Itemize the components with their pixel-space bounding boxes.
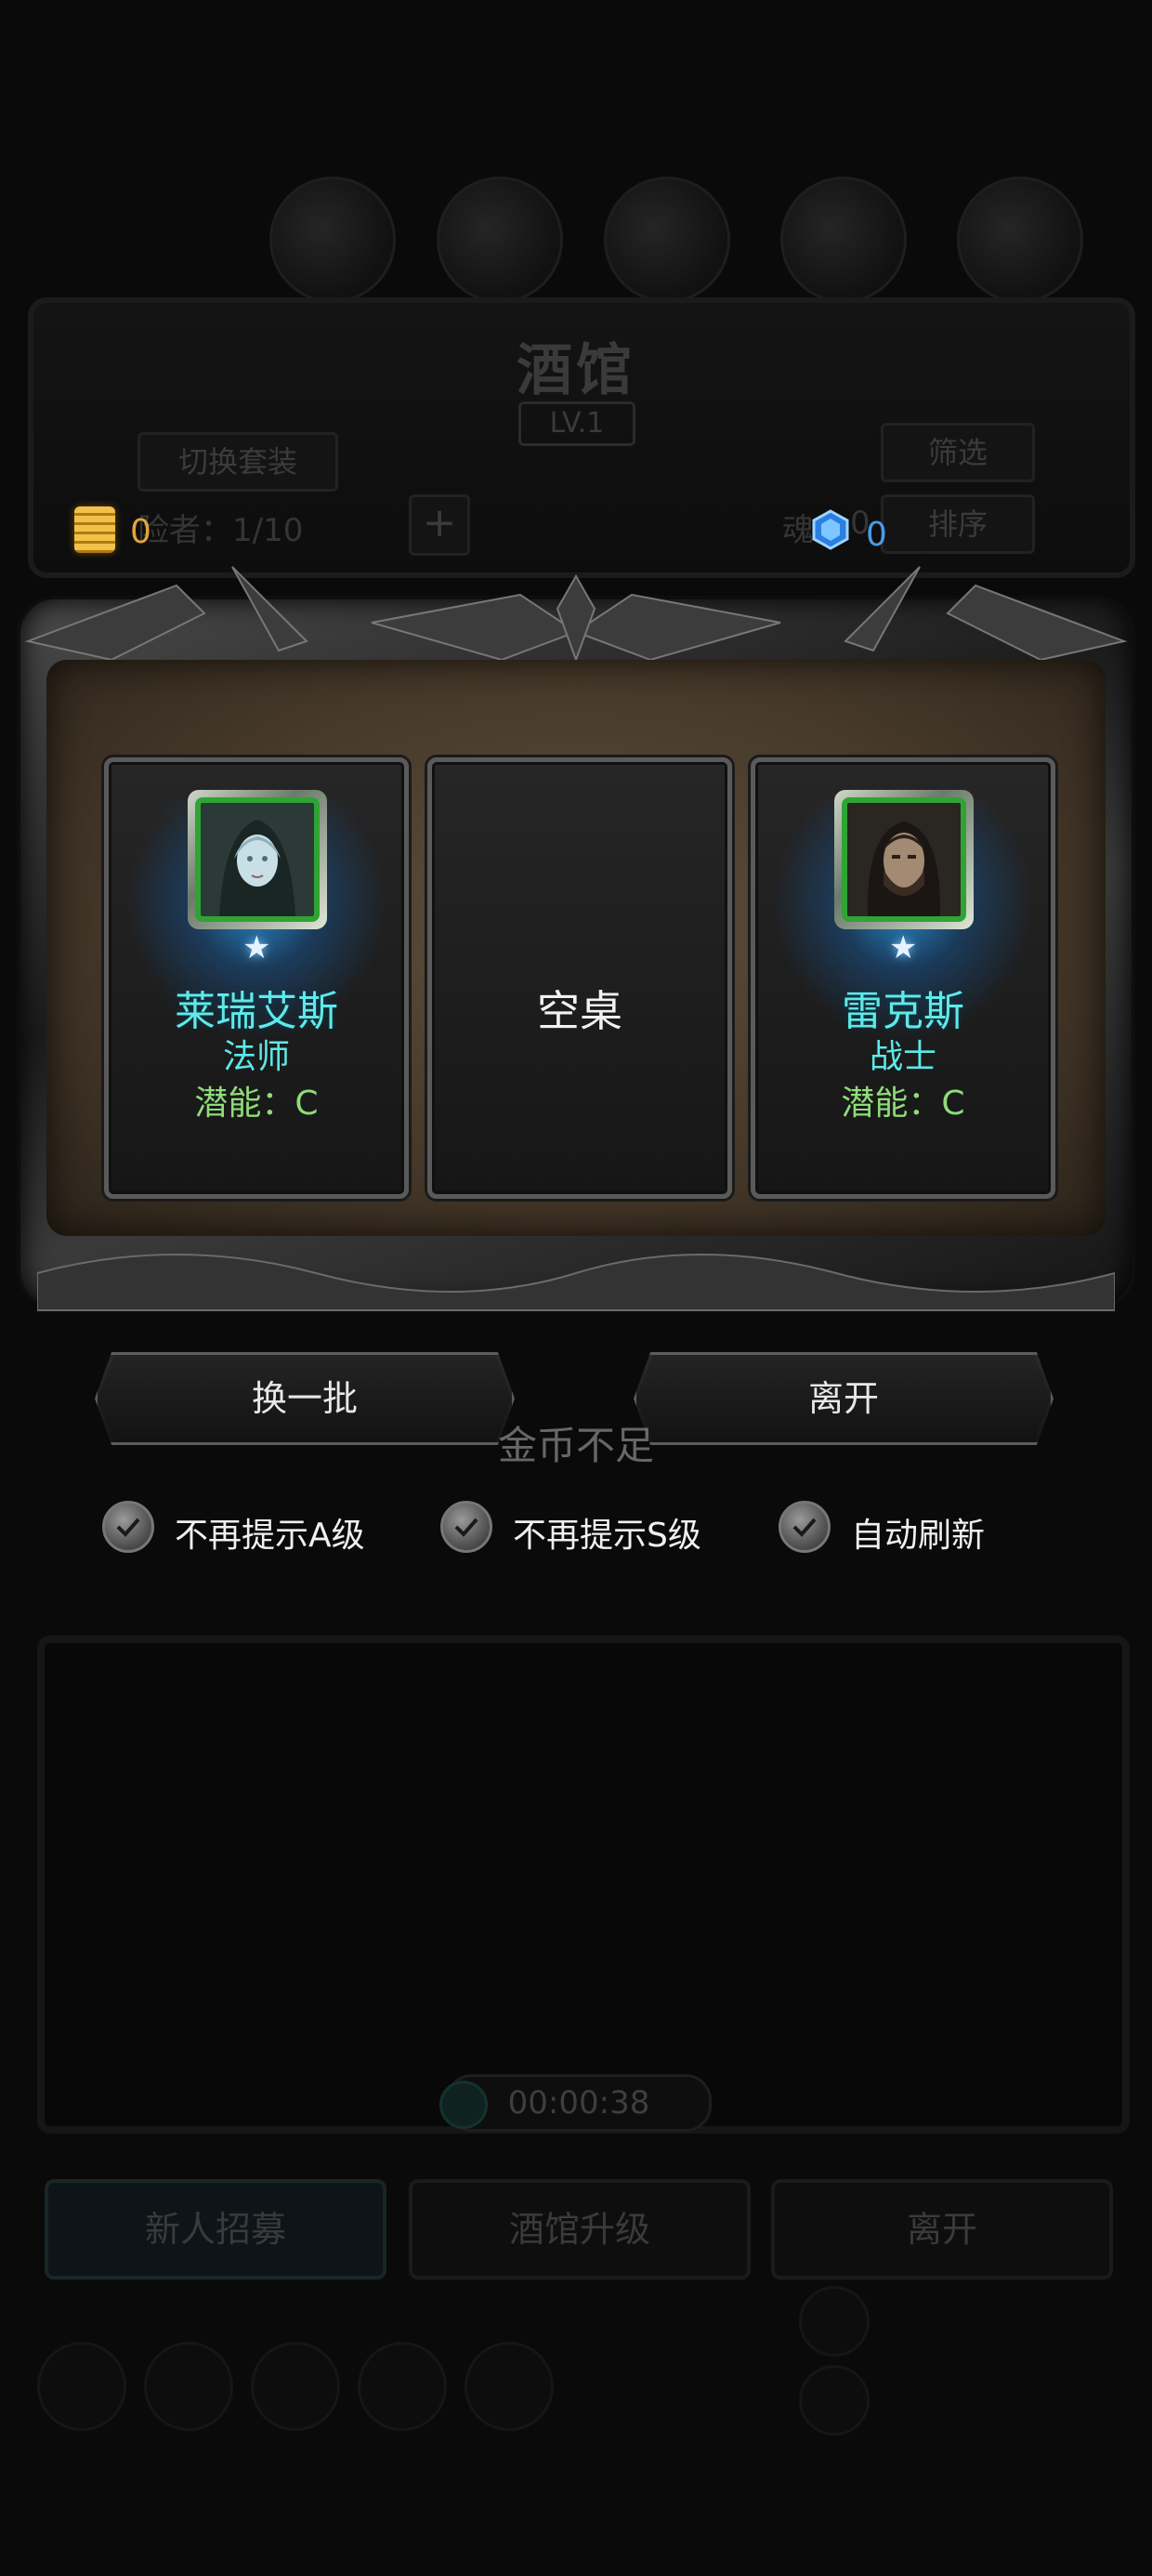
- mage-portrait-icon: [201, 803, 314, 916]
- insufficient-gold-toast: 金币不足: [497, 1423, 654, 1468]
- bottom-icon-7: [799, 2365, 870, 2436]
- adventurer-list-panel: [37, 1636, 1130, 2134]
- filter-button: 筛选: [881, 423, 1035, 482]
- sort-button: 排序: [881, 494, 1035, 554]
- bottom-icon-4: [358, 2342, 447, 2431]
- tab-leave: 离开: [771, 2179, 1113, 2280]
- dialog-top-ornament: [24, 566, 1128, 663]
- add-adventurer-icon: +: [409, 494, 470, 556]
- hero-card-3[interactable]: ★ 雷克斯 战士 潜能：C: [751, 757, 1055, 1199]
- top-menu-icon-2: [437, 177, 563, 303]
- gold-amount: 0: [130, 513, 151, 551]
- hero-potential: 潜能：C: [194, 1084, 319, 1123]
- hero-potential: 潜能：C: [841, 1084, 965, 1123]
- adventurer-count: 险者：1/10: [137, 512, 304, 549]
- warrior-portrait-icon: [847, 803, 961, 916]
- gem-icon: [810, 509, 851, 550]
- hero-card-2-empty: 空桌: [427, 757, 732, 1199]
- timer-icon: [439, 2081, 488, 2129]
- top-menu-icon-5: [957, 177, 1083, 303]
- soul-label: 魂: [782, 512, 814, 549]
- hero-class: 战士: [869, 1038, 936, 1076]
- tab-tavern-upgrade: 酒馆升级: [409, 2179, 751, 2280]
- tab-new-recruit: 新人招募: [45, 2179, 386, 2280]
- star-icon: ★: [889, 929, 918, 966]
- check-icon[interactable]: [779, 1501, 831, 1553]
- hero-class: 法师: [222, 1038, 290, 1076]
- hero-name: 雷克斯: [842, 988, 964, 1035]
- top-menu-icon-3: [604, 177, 730, 303]
- option-label: 不再提示A级: [175, 1517, 365, 1555]
- hero-card-1[interactable]: ★ 莱瑞艾斯 法师 潜能：C: [104, 757, 409, 1199]
- recruit-timer: 00:00:38: [439, 2074, 712, 2132]
- option-label: 不再提示S级: [513, 1517, 701, 1555]
- bottom-icon-6: [799, 2286, 870, 2357]
- empty-table-label: 空桌: [537, 986, 622, 1036]
- tavern-level: LV.1: [518, 401, 635, 446]
- hero-name: 莱瑞艾斯: [175, 988, 338, 1035]
- dialog-bottom-ornament: [37, 1254, 1115, 1311]
- top-menu-icon-1: [269, 177, 396, 303]
- bottom-icon-2: [144, 2342, 233, 2431]
- gold-coin-icon: [74, 506, 115, 553]
- gem-amount: 0: [866, 516, 887, 554]
- bottom-icon-3: [251, 2342, 340, 2431]
- star-icon: ★: [242, 929, 271, 966]
- switch-outfit-button: 切换套装: [137, 432, 338, 492]
- timer-text: 00:00:38: [507, 2084, 650, 2122]
- check-icon[interactable]: [102, 1501, 154, 1553]
- top-menu-icon-4: [780, 177, 907, 303]
- hero-portrait-1[interactable]: [188, 790, 327, 929]
- bottom-icon-5: [465, 2342, 554, 2431]
- hero-portrait-3[interactable]: [834, 790, 974, 929]
- option-label: 自动刷新: [851, 1517, 986, 1555]
- tavern-title: 酒馆: [517, 338, 635, 403]
- bottom-icon-1: [37, 2342, 126, 2431]
- check-icon[interactable]: [440, 1501, 492, 1553]
